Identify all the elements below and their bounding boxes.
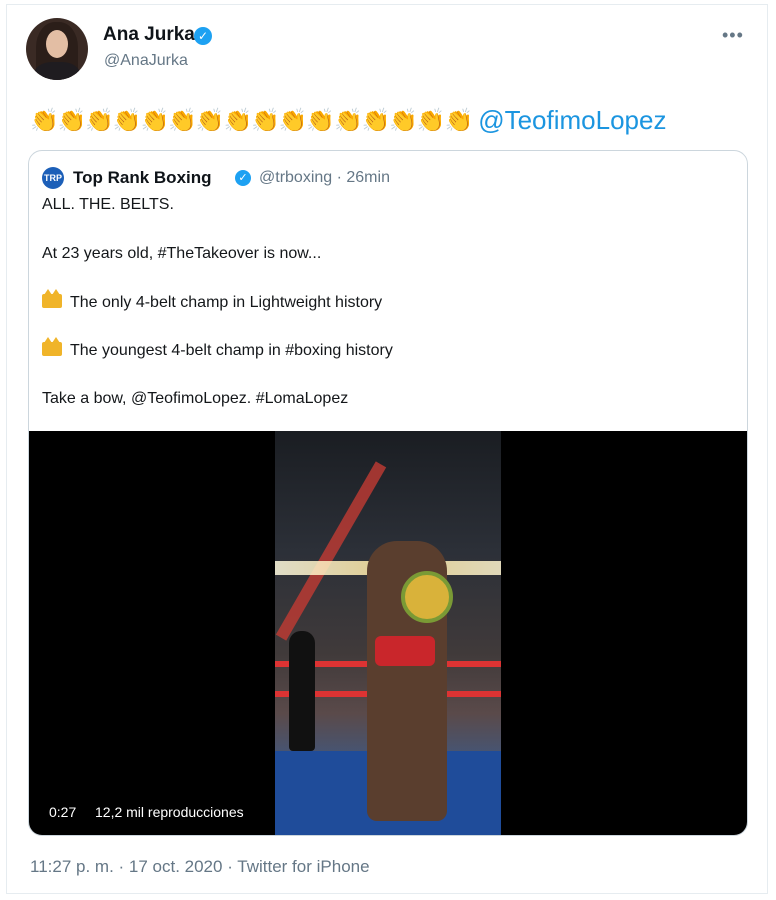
video-player[interactable]: 0:27 12,2 mil reproducciones [29, 431, 747, 835]
quoted-line-1: ALL. THE. BELTS. [42, 196, 174, 213]
avatar-body [34, 62, 80, 80]
quoted-line-4: The youngest 4-belt champ in #boxing his… [42, 337, 393, 360]
avatar-face [46, 30, 68, 58]
quoted-handle-time: @trboxing · 26min [259, 169, 390, 186]
quoted-avatar[interactable]: TRP [42, 167, 64, 189]
quoted-line-2: At 23 years old, #TheTakeover is now... [42, 245, 322, 262]
quoted-line-5: Take a bow, @TeofimoLopez. #LomaLopez [42, 390, 349, 407]
author-handle[interactable]: @AnaJurka [104, 52, 188, 70]
quoted-tweet[interactable]: TRP Top Rank Boxing ✓ @trboxing · 26min … [28, 150, 748, 836]
ring-official [289, 631, 315, 751]
quoted-author-name[interactable]: Top Rank Boxing [73, 168, 212, 188]
video-views: 12,2 mil reproducciones [95, 804, 244, 820]
crown-icon [42, 289, 62, 308]
mention-link[interactable]: @TeofimoLopez [478, 105, 666, 136]
quoted-line-4-text: The youngest 4-belt champ in #boxing his… [70, 342, 393, 359]
tweet-text: 👏👏👏👏👏👏👏👏👏👏👏👏👏👏👏👏 @TeofimoLopez [30, 100, 666, 140]
verified-icon: ✓ [235, 170, 251, 186]
author-avatar[interactable] [26, 18, 88, 80]
crown-icon [42, 337, 62, 356]
tweet-timestamp[interactable]: 11:27 p. m. · 17 oct. 2020 · Twitter for… [30, 857, 370, 877]
video-duration: 0:27 [49, 804, 77, 820]
author-name[interactable]: Ana Jurka [103, 24, 195, 46]
more-options-icon[interactable]: ••• [722, 25, 744, 46]
championship-belt [401, 571, 453, 623]
clapping-emoji-row: 👏👏👏👏👏👏👏👏👏👏👏👏👏👏👏👏 [30, 106, 473, 133]
quoted-line-3: The only 4-belt champ in Lightweight his… [42, 289, 383, 312]
verified-icon: ✓ [194, 27, 212, 45]
quoted-line-3-text: The only 4-belt champ in Lightweight his… [70, 294, 383, 311]
championship-belt [375, 636, 435, 666]
video-frame [275, 431, 501, 835]
